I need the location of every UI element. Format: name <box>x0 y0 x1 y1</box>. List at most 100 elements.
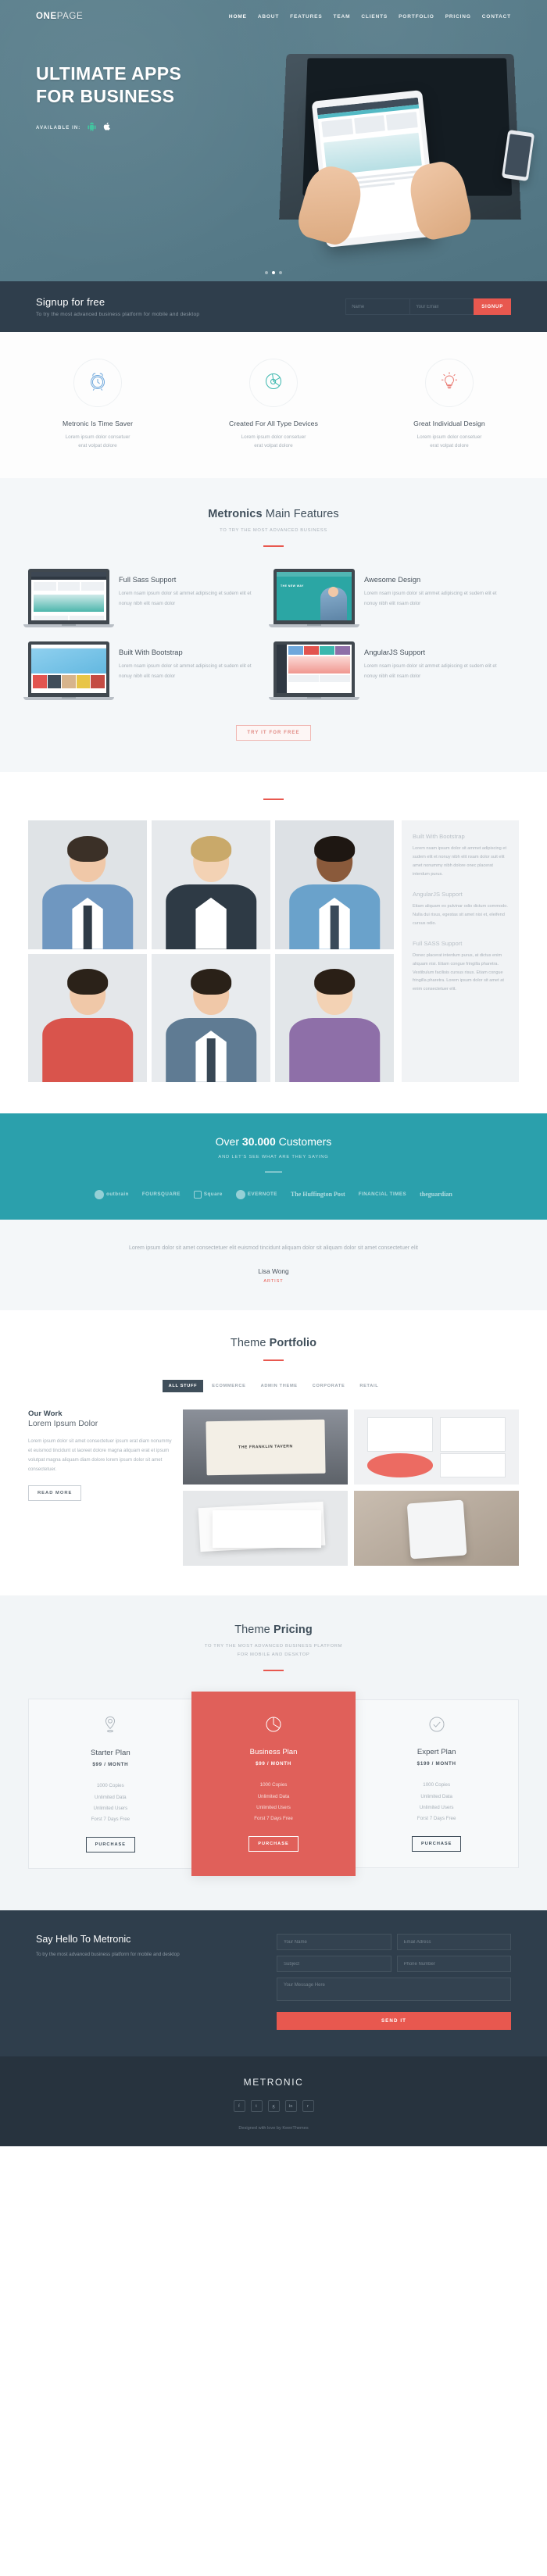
service-card-individual-design: Great Individual Design Lorem ipsum dolo… <box>375 359 524 450</box>
signup-form: SIGNUP <box>345 298 511 315</box>
portfolio-title-bold: Portfolio <box>269 1337 317 1350</box>
service-title: Great Individual Design <box>413 420 485 427</box>
tab-ecommerce[interactable]: ECOMMERCE <box>206 1380 252 1392</box>
plan-feature: Unlimited Data <box>257 1793 290 1799</box>
nav-item-team[interactable]: TEAM <box>334 14 351 20</box>
portfolio-item-caption: THE FRANKLIN TAVERN <box>205 1419 326 1476</box>
purchase-button-starter[interactable]: PURCHASE <box>85 1837 136 1853</box>
pie-chart-icon <box>200 1715 348 1738</box>
send-it-button[interactable]: SEND IT <box>277 2012 511 2031</box>
signup-name-input[interactable] <box>345 298 410 315</box>
tab-corporate[interactable]: CORPORATE <box>306 1380 352 1392</box>
portfolio-item-signage[interactable]: THE FRANKLIN TAVERN <box>183 1409 348 1485</box>
services-section: Metronic Is Time Saver Lorem ipsum dolor… <box>0 332 547 479</box>
service-desc: Lorem ipsum dolor consetuer erat volpat … <box>199 433 348 450</box>
team-member[interactable] <box>152 820 270 949</box>
plan-feature: Forst 7 Days Free <box>254 1816 293 1822</box>
pricing-subtitle-line2: FOR MOBILE AND DESKTOP <box>237 1652 310 1658</box>
team-member[interactable] <box>152 953 270 1082</box>
signup-bar: Signup for free To try the most advanced… <box>0 281 547 332</box>
client-logo-evernote[interactable]: EVERNOTE <box>235 1189 277 1199</box>
features-cta-wrap: TRY IT FOR FREE <box>0 723 547 741</box>
nav-item-clients[interactable]: CLIENTS <box>361 14 388 20</box>
contact-message-textarea[interactable] <box>277 1978 511 2002</box>
feature-item: Full Sass Support Lorem nsam ipsum dolor… <box>23 569 274 628</box>
client-logo-label: outbrain <box>106 1192 129 1198</box>
try-it-for-free-button[interactable]: TRY IT FOR FREE <box>236 725 311 741</box>
footer-social-links: f t g in r <box>0 2100 547 2113</box>
check-circle-icon <box>363 1715 510 1738</box>
portfolio-item-stationery[interactable] <box>354 1409 519 1485</box>
team-wrapper: Built With Bootstrap Lorem nsam ipsum do… <box>0 820 547 1082</box>
android-icon[interactable] <box>88 121 97 135</box>
team-member[interactable] <box>275 953 394 1082</box>
contact-subject-input[interactable] <box>277 1956 391 1973</box>
service-desc-line1: Lorem ipsum dolor consetuer <box>65 434 130 440</box>
linkedin-icon[interactable]: in <box>284 2100 297 2113</box>
site-logo[interactable]: ONEPAGE <box>36 12 83 21</box>
slider-dot-2[interactable] <box>272 271 275 274</box>
contact-email-input[interactable] <box>396 1934 511 1951</box>
client-logo-financial-times[interactable]: FINANCIAL TIMES <box>359 1192 406 1197</box>
pricing-title-pre: Theme <box>234 1624 274 1637</box>
twitter-icon[interactable]: t <box>250 2100 263 2113</box>
plan-business: Business Plan $99 / MONTH 1000 Copies Un… <box>191 1692 356 1877</box>
client-logo-square[interactable]: Square <box>193 1190 223 1199</box>
client-logos: outbrain FOURSQUARE Square EVERNOTE The … <box>0 1189 547 1199</box>
phone-mockup <box>501 129 535 182</box>
hero-device-illustration <box>275 50 535 281</box>
plan-price: $99 / MONTH <box>92 1762 129 1768</box>
nav-item-portfolio[interactable]: PORTFOLIO <box>399 14 434 20</box>
service-title: Created For All Type Devices <box>229 420 318 427</box>
hero-slider-dots[interactable] <box>0 271 547 274</box>
plan-name: Starter Plan <box>91 1749 130 1758</box>
facebook-icon[interactable]: f <box>233 2100 245 2113</box>
contact-phone-input[interactable] <box>396 1956 511 1973</box>
service-desc-line2: erat volpat dolore <box>78 443 117 449</box>
nav-item-features[interactable]: FEATURES <box>290 14 322 20</box>
testimonial-role: ARTIST <box>263 1279 284 1284</box>
purchase-button-expert[interactable]: PURCHASE <box>411 1836 462 1853</box>
nav-item-home[interactable]: HOME <box>229 14 247 20</box>
nav-item-about[interactable]: ABOUT <box>258 14 279 20</box>
section-divider <box>263 545 284 548</box>
tab-all-stuff[interactable]: ALL STUFF <box>162 1380 204 1393</box>
tab-admin-theme[interactable]: ADMIN THEME <box>255 1380 304 1392</box>
slider-dot-3[interactable] <box>279 271 282 274</box>
contact-name-input[interactable] <box>277 1934 391 1951</box>
customers-divider <box>265 1170 282 1173</box>
nav-item-contact[interactable]: CONTACT <box>482 14 511 20</box>
customers-section: Over 30.000 Customers AND LET'S SEE WHAT… <box>0 1113 547 1220</box>
analytics-dashboard-mockup <box>269 641 359 701</box>
client-logo-huffington-post[interactable]: The Huffington Post <box>291 1191 345 1198</box>
tab-retail[interactable]: RETAIL <box>353 1380 384 1392</box>
client-logo-foursquare[interactable]: FOURSQUARE <box>142 1192 181 1197</box>
nav-links: HOME ABOUT FEATURES TEAM CLIENTS PORTFOL… <box>229 14 511 20</box>
rss-icon[interactable]: r <box>302 2100 314 2113</box>
portfolio-item-mobile[interactable] <box>354 1491 519 1567</box>
apple-icon[interactable] <box>103 121 111 135</box>
purchase-button-business[interactable]: PURCHASE <box>248 1836 299 1853</box>
customers-count: 30.000 <box>241 1134 276 1148</box>
features-section: Metronics Main Features TO TRY THE MOST … <box>0 478 547 773</box>
client-logo-outbrain[interactable]: outbrain <box>95 1189 129 1199</box>
slider-dot-1[interactable] <box>265 271 268 274</box>
team-member[interactable] <box>28 820 147 949</box>
contact-title: Say Hello To Metronic <box>36 1934 131 1945</box>
team-member[interactable] <box>28 953 147 1082</box>
client-logo-theguardian[interactable]: theguardian <box>420 1191 452 1198</box>
portfolio-item-print[interactable] <box>183 1491 348 1567</box>
pricing-title-bold: Pricing <box>273 1624 313 1637</box>
signup-button[interactable]: SIGNUP <box>474 298 511 315</box>
contact-intro: Say Hello To Metronic To try the most ad… <box>36 1934 231 2030</box>
team-member[interactable] <box>275 820 394 949</box>
signup-email-input[interactable] <box>409 298 474 315</box>
map-pin-icon <box>37 1714 184 1738</box>
plan-feature: Unlimited Users <box>256 1804 291 1810</box>
hero-title: ULTIMATE APPS FOR BUSINESS <box>36 63 270 109</box>
google-plus-icon[interactable]: g <box>267 2100 280 2113</box>
pricing-section: Theme Pricing TO TRY THE MOST ADVANCED B… <box>0 1595 547 1911</box>
nav-item-pricing[interactable]: PRICING <box>445 14 471 20</box>
feature-desc: Lorem nsam ipsum dolor sit ammet adipisc… <box>119 663 252 679</box>
read-more-button[interactable]: READ MORE <box>28 1485 82 1501</box>
